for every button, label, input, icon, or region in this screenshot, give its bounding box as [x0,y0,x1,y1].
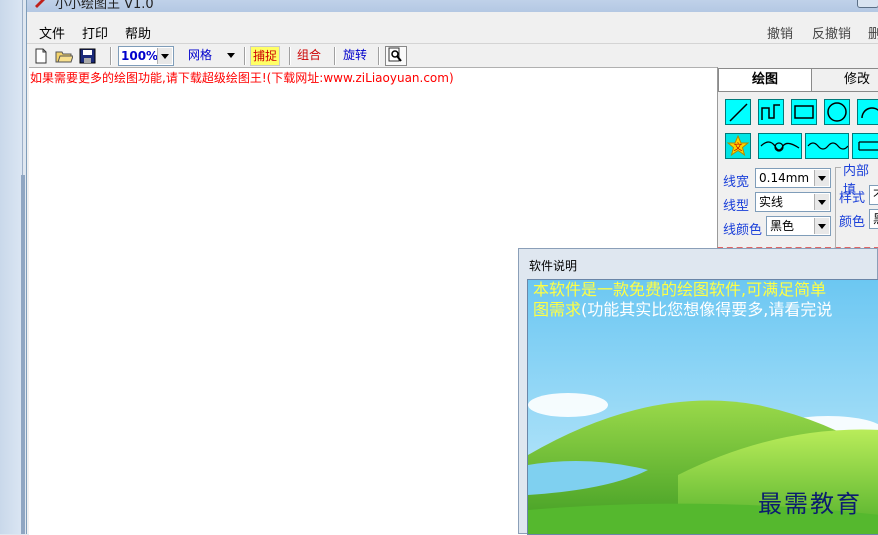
open-folder-icon[interactable] [54,46,74,66]
text-tool-icon[interactable]: 文 [725,133,751,159]
chevron-down-icon [157,48,172,64]
rotate-button[interactable]: 旋转 [341,46,369,66]
toolbar-separator [378,47,380,65]
svg-text:文: 文 [733,141,742,153]
line-width-select[interactable]: 0.14mm [755,168,831,188]
dimension-tool-icon[interactable] [852,133,878,159]
fill-color-select[interactable]: 黑 [869,209,878,229]
polyline-tool-icon[interactable] [758,99,784,125]
arc-tool-icon[interactable] [857,99,878,125]
circle-tool-icon[interactable] [824,99,850,125]
chevron-down-icon [814,170,829,186]
drawing-tools-panel: 绘图 修改 文 线宽 0.14mm 线型 实线 线颜色 黑色 内部填 样式 颜色 [717,67,878,253]
wave-tool-icon[interactable] [805,133,849,159]
chevron-down-icon [224,47,238,63]
delete-menu[interactable]: 删 [868,23,878,42]
scrollbar[interactable] [21,175,25,534]
title-bar: 小小绘图王 V1.0 [27,0,878,12]
capture-button[interactable]: 捕捉 [250,46,281,66]
zoom-value: 100% [121,49,159,63]
chevron-down-icon [814,194,829,210]
description-line-2-highlight: 图需求 [533,300,582,319]
upgrade-notice: 如果需要更多的绘图功能,请下载超级绘图王!(下载网址:www.ziLiaoyua… [30,71,454,85]
description-line-2-rest: (功能其实比您想像得要多,请看完说 [581,300,833,319]
toolbar-separator [110,47,112,65]
toolbar-separator [244,47,246,65]
grid-dropdown[interactable]: 网格 [185,46,239,66]
undo-menu[interactable]: 撤销 [767,23,793,42]
line-type-select[interactable]: 实线 [755,192,831,212]
redo-menu[interactable]: 反撤销 [812,23,851,42]
window-title: 小小绘图王 V1.0 [55,0,154,12]
fill-style-label: 样式 [839,191,866,206]
line-color-select[interactable]: 黑色 [766,216,831,236]
fill-style-select[interactable]: 不 [869,185,878,205]
watermark-text: 最需教育 [758,490,862,518]
curve-loop-tool-icon[interactable] [758,133,802,159]
software-info-dialog: 软件说明 本软件是一款免费的绘图软件,可满足简单 图需求(功能其实比您想像得要多… [518,248,878,535]
toolbar: 100% 网格 捕捉 组合 旋转 [27,43,878,68]
combine-button[interactable]: 组合 [295,46,323,66]
tab-draw[interactable]: 绘图 [718,68,812,91]
line-type-value: 实线 [759,195,784,209]
background-window-edge [0,0,25,534]
description-line-1: 本软件是一款免费的绘图软件,可满足简单 [533,280,827,299]
zoom-select[interactable]: 100% [118,46,174,66]
grid-label: 网格 [188,48,213,62]
fill-style-value: 不 [873,188,878,202]
line-width-label: 线宽 [723,175,750,190]
line-color-label: 线颜色 [723,223,763,238]
new-file-icon[interactable] [32,46,50,66]
print-preview-icon[interactable] [385,46,407,66]
rectangle-tool-icon[interactable] [791,99,817,125]
save-disk-icon[interactable] [78,46,96,66]
window-control-button[interactable] [857,0,878,8]
fill-color-label: 颜色 [839,215,866,230]
line-width-value: 0.14mm [759,171,810,185]
menu-print[interactable]: 打印 [82,23,108,42]
toolbar-separator [289,47,291,65]
menu-file[interactable]: 文件 [39,23,65,42]
app-pencil-icon [35,0,45,8]
fill-color-value: 黑 [873,212,878,226]
line-type-label: 线型 [723,199,750,214]
menu-help[interactable]: 帮助 [125,23,151,42]
dialog-content: 本软件是一款免费的绘图软件,可满足简单 图需求(功能其实比您想像得要多,请看完说… [527,279,878,535]
chevron-down-icon [814,218,829,234]
toolbar-separator [334,47,336,65]
draw-tab-content: 文 线宽 0.14mm 线型 实线 线颜色 黑色 内部填 样式 颜色 [718,91,878,253]
dialog-description: 本软件是一款免费的绘图软件,可满足简单 图需求(功能其实比您想像得要多,请看完说 [533,280,832,320]
tab-modify[interactable]: 修改 [811,68,878,91]
dialog-title: 软件说明 [529,259,578,273]
line-color-value: 黑色 [770,219,795,233]
menu-bar: 文件 打印 帮助 撤销 反撤销 删 [27,12,878,42]
line-tool-icon[interactable] [725,99,751,125]
